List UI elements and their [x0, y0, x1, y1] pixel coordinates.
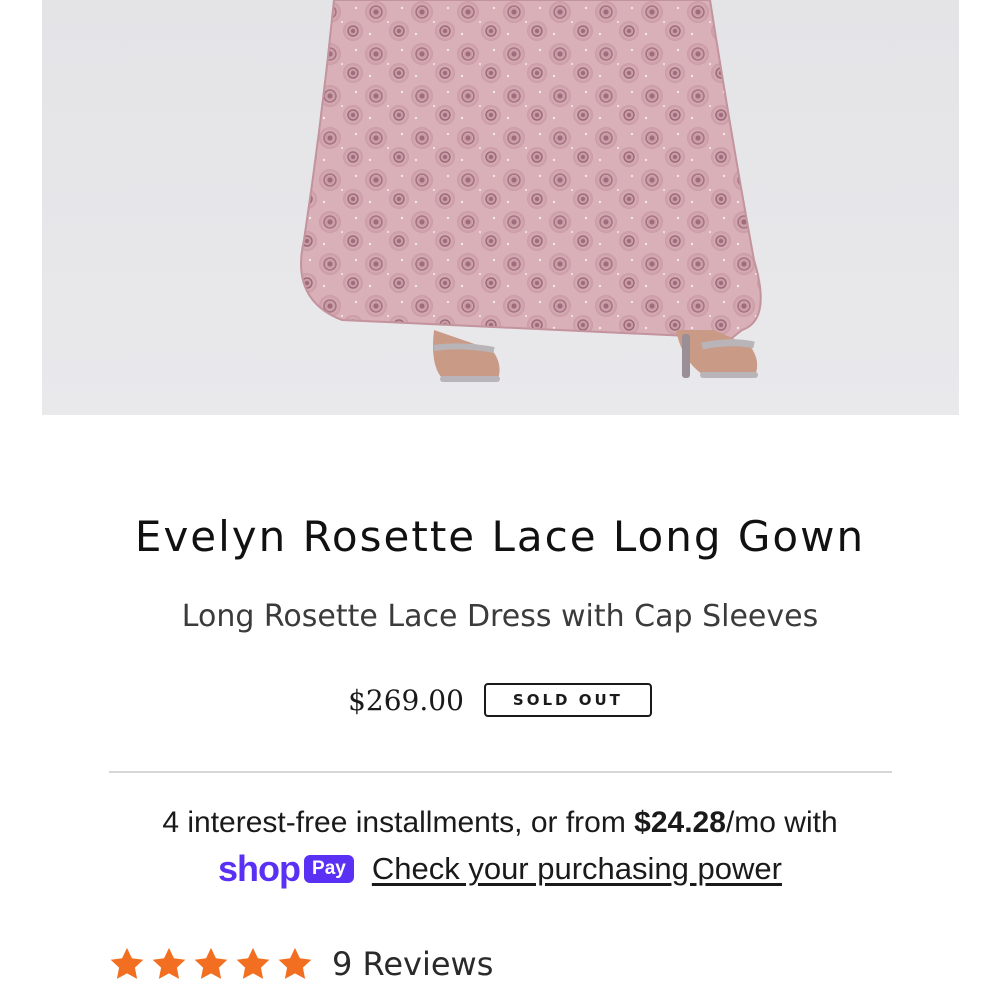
star-rating — [108, 945, 314, 983]
shop-pay-logo-word: shop — [218, 848, 301, 889]
star-icon — [110, 947, 144, 979]
product-price: $269.00 — [348, 683, 464, 717]
star-icon — [194, 947, 228, 979]
sold-out-badge: SOLD OUT — [483, 683, 652, 717]
installments-suffix: /mo with — [725, 806, 838, 839]
installments-prefix: 4 interest-free installments, or from — [162, 806, 635, 839]
product-title: Evelyn Rosette Lace Long Gown — [134, 512, 866, 561]
check-purchasing-power-link[interactable]: Check your purchasing power — [372, 851, 782, 887]
product-image[interactable] — [42, 0, 959, 415]
shoppay-row: shop Pay Check your purchasing power — [0, 848, 1000, 890]
installments-amount: $24.28 — [634, 806, 726, 839]
review-count[interactable]: 9 Reviews — [332, 945, 493, 983]
star-icon — [278, 947, 312, 979]
gown-illustration — [42, 0, 959, 415]
divider — [109, 771, 892, 773]
product-subtitle: Long Rosette Lace Dress with Cap Sleeves — [181, 599, 819, 634]
installments-text: 4 interest-free installments, or from $2… — [0, 803, 1000, 843]
reviews-summary[interactable]: 9 Reviews — [108, 945, 493, 983]
price-row: $269.00 SOLD OUT — [0, 683, 1000, 717]
star-icon — [152, 947, 186, 979]
shop-pay-logo-pill: Pay — [304, 855, 354, 883]
shop-pay-logo-icon: shop Pay — [218, 848, 354, 890]
product-page: Evelyn Rosette Lace Long Gown Long Roset… — [0, 0, 1000, 1000]
star-icon — [236, 947, 270, 979]
